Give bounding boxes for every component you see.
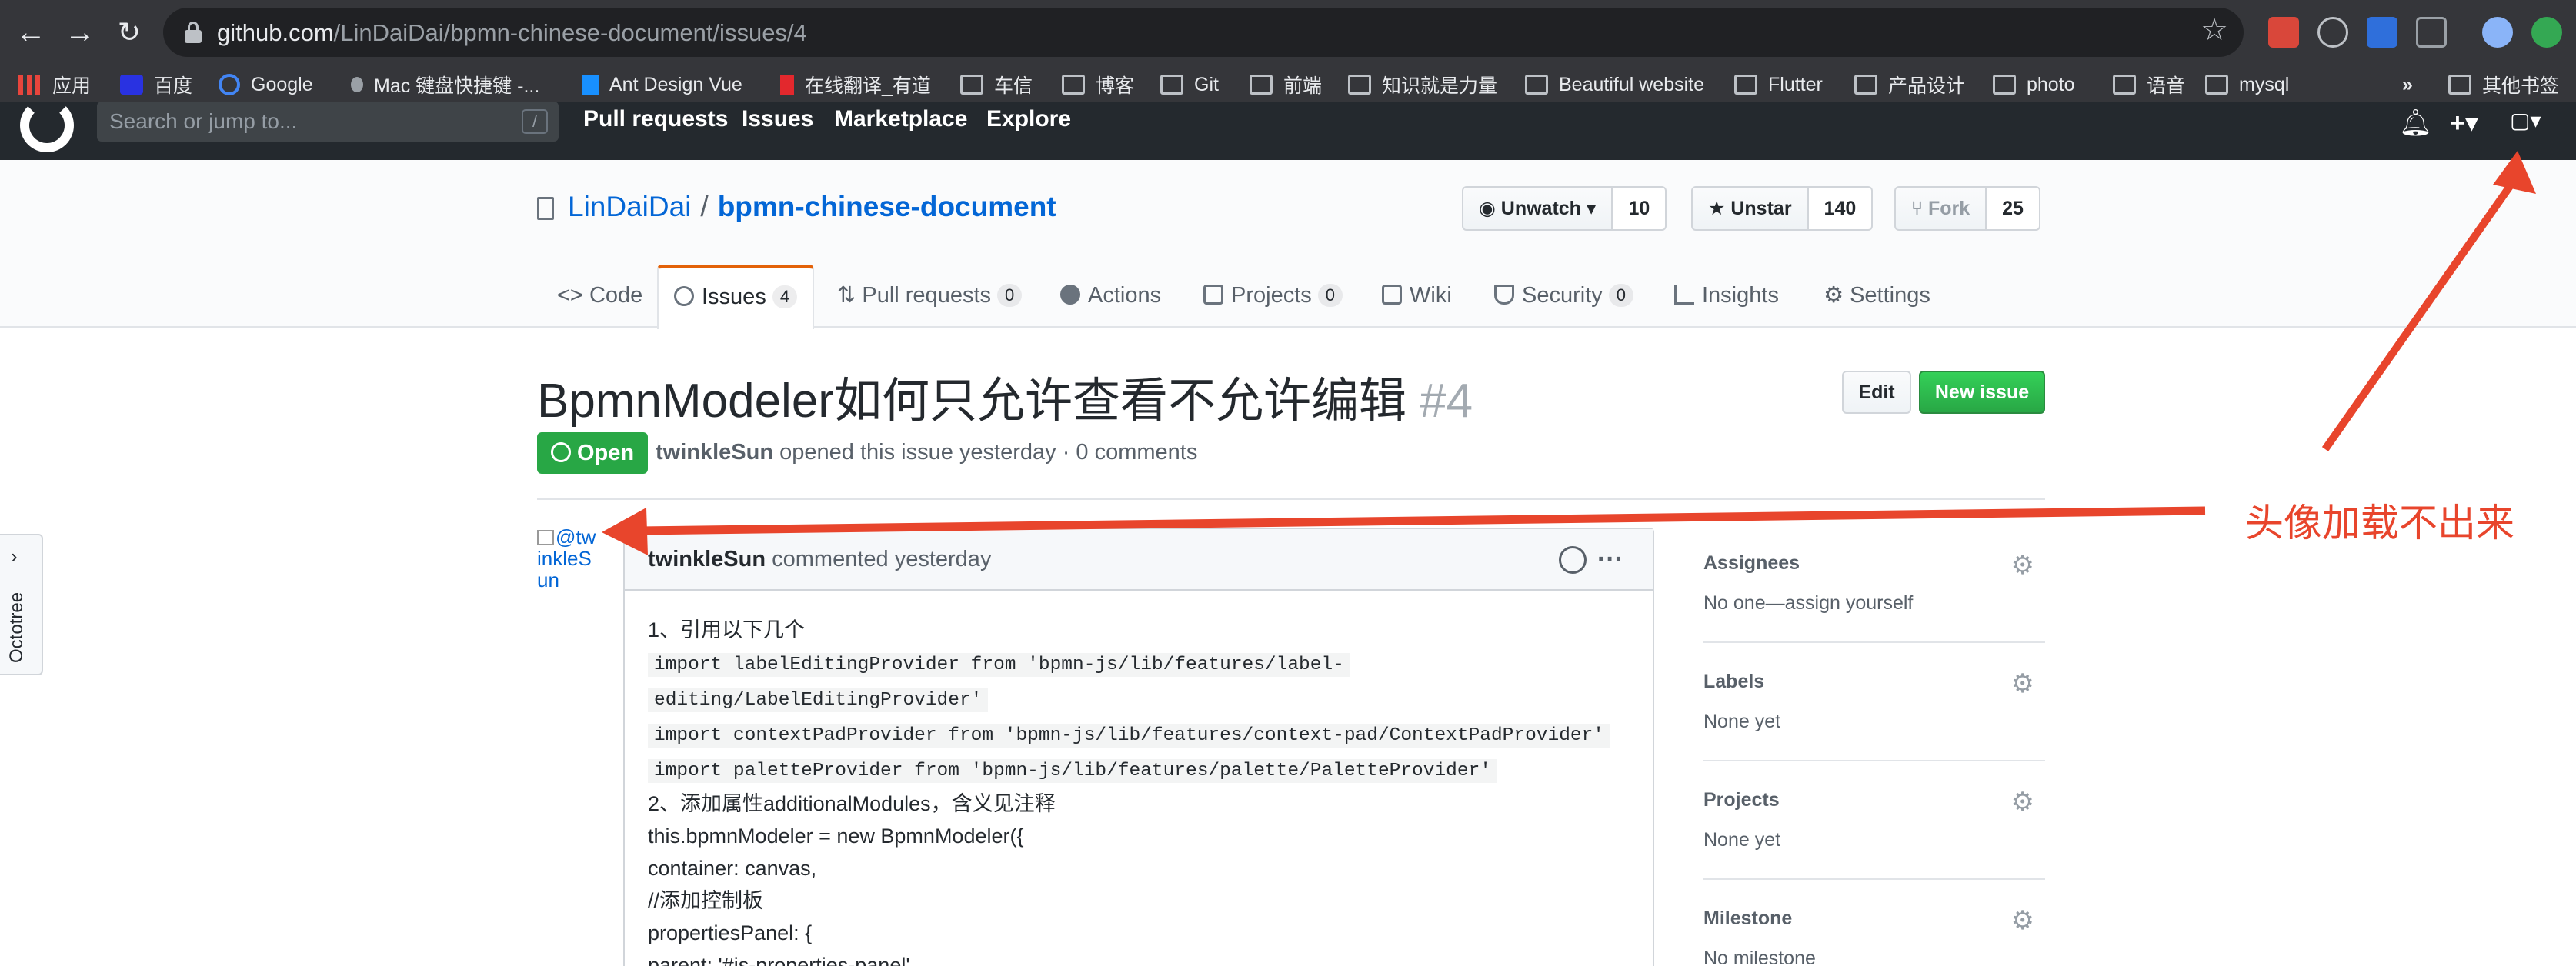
annotation-arrows xyxy=(602,151,2536,555)
arrow-to-comment-avatar xyxy=(638,506,2206,535)
arrowhead-comment-avatar xyxy=(602,508,648,555)
arrowhead-header-avatar xyxy=(2493,151,2536,194)
arrow-to-header-avatar xyxy=(2321,173,2521,451)
annotation-text: 头像加载不出来 xyxy=(2245,501,2514,545)
